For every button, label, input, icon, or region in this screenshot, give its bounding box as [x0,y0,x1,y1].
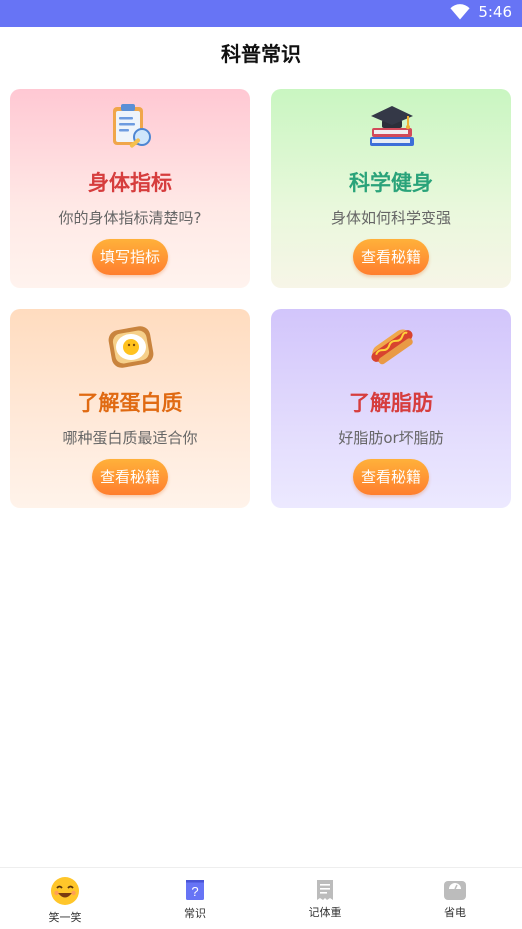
fill-metrics-button[interactable]: 填写指标 [92,239,168,275]
egg-toast-icon [108,326,154,368]
status-bar: 5:46 [0,0,522,27]
card-protein[interactable]: 了解蛋白质 哪种蛋白质最适合你 查看秘籍 [10,309,250,508]
card-subtitle: 哪种蛋白质最适合你 [62,429,198,447]
card-title: 身体指标 [88,171,172,195]
scale-icon [444,881,466,900]
card-fitness[interactable]: 科学健身 身体如何科学变强 查看秘籍 [271,89,511,288]
svg-text:?: ? [191,884,198,899]
page-title: 科普常识 [221,42,301,66]
tab-power-save[interactable]: 省电 [390,868,520,929]
tab-knowledge[interactable]: ? 常识 [130,868,260,929]
card-body-metrics[interactable]: 身体指标 你的身体指标清楚吗? 填写指标 [10,89,250,288]
view-tips-button[interactable]: 查看秘籍 [92,459,168,495]
card-subtitle: 身体如何科学变强 [330,209,451,227]
status-time: 5:46 [478,3,512,21]
card-title: 了解脂肪 [349,391,433,415]
view-tips-button[interactable]: 查看秘籍 [353,239,429,275]
card-title: 了解蛋白质 [77,391,183,415]
question-book-icon: ? [186,880,204,900]
card-subtitle: 你的身体指标清楚吗? [58,209,202,227]
tab-weight[interactable]: 记体重 [260,868,390,929]
tab-joke[interactable]: 笑一笑 [0,868,130,929]
tab-label: 记体重 [308,906,342,919]
receipt-icon [317,880,333,900]
bottom-tab-bar: 笑一笑 ? 常识 记体重 省电 [0,867,522,929]
hotdog-icon [371,329,413,365]
clipboard-icon [113,104,151,148]
card-subtitle: 好脂肪or坏脂肪 [338,429,444,447]
tab-label: 省电 [444,906,466,919]
smile-emoji-icon [51,877,79,905]
card-title: 科学健身 [349,171,433,195]
tab-label: 常识 [184,907,206,920]
status-right: 5:46 [450,3,512,21]
wifi-icon [450,4,470,20]
tab-label: 笑一笑 [48,911,82,924]
view-tips-button[interactable]: 查看秘籍 [353,459,429,495]
books-graduation-cap-icon [370,106,414,146]
card-fat[interactable]: 了解脂肪 好脂肪or坏脂肪 查看秘籍 [271,309,511,508]
